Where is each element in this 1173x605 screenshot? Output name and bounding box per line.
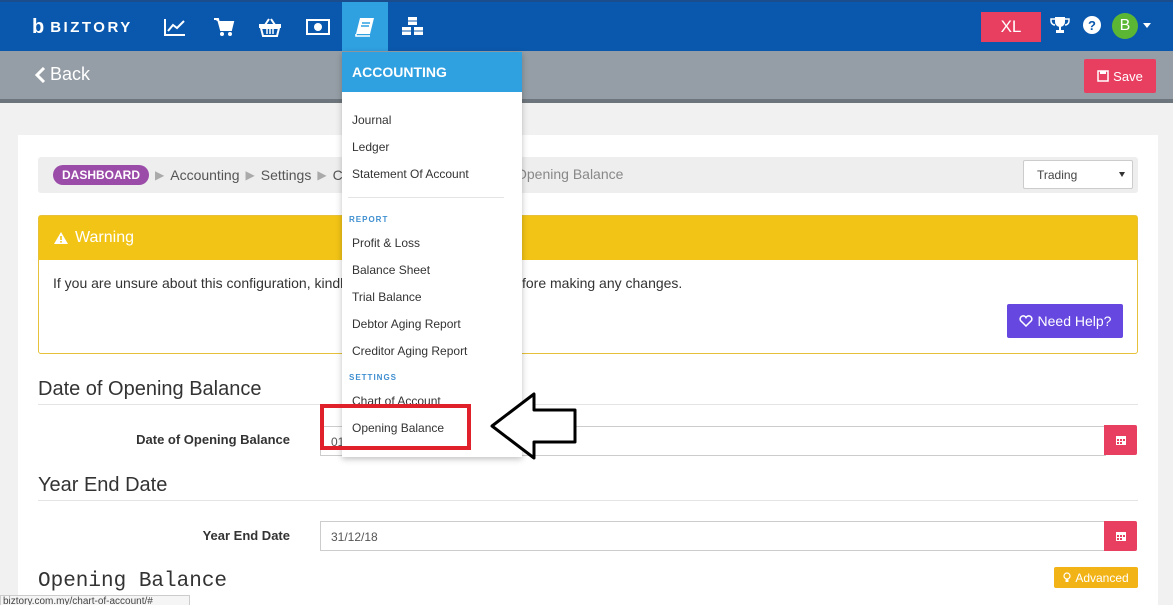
logo-wordmark: BIZTORY [50, 19, 133, 36]
back-button[interactable]: Back [34, 64, 90, 85]
menu-item-profit-loss[interactable]: Profit & Loss [352, 236, 420, 250]
menu-item-trial-balance[interactable]: Trial Balance [352, 290, 422, 304]
money-icon[interactable] [295, 2, 341, 51]
biztory-logo[interactable]: b BIZTORY [32, 16, 133, 39]
xl-button[interactable]: XL [981, 12, 1041, 42]
menu-group-settings: SETTINGS [349, 373, 398, 382]
chevron-left-icon [34, 66, 46, 83]
svg-text:?: ? [1088, 18, 1096, 33]
avatar[interactable]: B [1112, 13, 1138, 39]
advanced-button[interactable]: Advanced [1054, 567, 1138, 588]
business-select[interactable]: Trading [1023, 160, 1133, 189]
year-end-input[interactable]: 31/12/18 [320, 521, 1106, 551]
warning-text-left: If you are unsure about this configurati… [53, 275, 344, 291]
highlight-box [320, 404, 471, 450]
year-end-title: Year End Date [38, 474, 168, 496]
calendar-icon[interactable] [1104, 425, 1137, 455]
date-opening-label: Date of Opening Balance [136, 432, 290, 447]
cart-icon[interactable] [201, 2, 247, 51]
warning-icon [54, 232, 68, 244]
book-icon[interactable] [342, 2, 388, 51]
breadcrumb-current: Opening Balance [516, 166, 624, 182]
warning-header: Warning [39, 216, 1137, 260]
date-opening-title: Date of Opening Balance [38, 378, 262, 400]
menu-item-statement-of-account[interactable]: Statement Of Account [352, 167, 469, 181]
divider [38, 404, 1138, 405]
save-label: Save [1113, 68, 1143, 84]
advanced-label: Advanced [1075, 570, 1129, 585]
warning-box: Warning If you are unsure about this con… [38, 215, 1138, 354]
menu-item-ledger[interactable]: Ledger [352, 140, 389, 154]
floppy-icon [1097, 70, 1109, 82]
dropdown-header: ACCOUNTING [342, 52, 522, 92]
back-label: Back [50, 64, 91, 84]
logo-mark: b [32, 16, 45, 38]
need-help-button[interactable]: Need Help? [1007, 304, 1123, 338]
select-value: Trading [1037, 168, 1078, 182]
menu-item-debtor-aging[interactable]: Debtor Aging Report [352, 317, 461, 331]
divider [348, 197, 504, 198]
save-button[interactable]: Save [1084, 59, 1156, 93]
chevron-right-icon: ▶ [317, 168, 327, 182]
chevron-right-icon: ▶ [155, 168, 165, 182]
lightbulb-icon [1063, 572, 1071, 582]
calendar-icon[interactable] [1104, 521, 1137, 551]
warning-title: Warning [75, 229, 134, 246]
status-url: biztory.com.my/chart-of-account/# [0, 595, 190, 605]
help-icon[interactable]: ? [1082, 15, 1102, 40]
menu-item-journal[interactable]: Journal [352, 113, 391, 127]
menu-group-report: REPORT [349, 215, 389, 224]
sub-toolbar: Back Save [0, 51, 1173, 103]
cubes-icon[interactable] [390, 2, 436, 51]
top-navbar: b BIZTORY XL ? B [0, 0, 1173, 51]
chevron-down-icon[interactable] [1143, 23, 1151, 28]
need-help-label: Need Help? [1037, 313, 1112, 329]
warning-text-right: fore making any changes. [522, 275, 683, 291]
arrow-left-icon [490, 392, 577, 460]
menu-item-creditor-aging[interactable]: Creditor Aging Report [352, 344, 467, 358]
breadcrumb-settings[interactable]: Settings [261, 167, 312, 183]
opening-balance-title: Opening Balance [38, 570, 228, 593]
menu-item-balance-sheet[interactable]: Balance Sheet [352, 263, 430, 277]
chevron-right-icon: ▶ [245, 168, 255, 182]
chart-line-icon[interactable] [152, 2, 198, 51]
divider [38, 500, 1138, 501]
caret-down-icon [1119, 172, 1125, 177]
basket-icon[interactable] [247, 2, 293, 51]
heart-icon [1018, 315, 1033, 327]
breadcrumb-accounting[interactable]: Accounting [170, 167, 239, 183]
year-end-label: Year End Date [202, 528, 290, 543]
trophy-icon[interactable] [1050, 15, 1070, 40]
breadcrumb: DASHBOARD ▶ Accounting ▶ Settings ▶ C Op… [38, 157, 1138, 193]
breadcrumb-dashboard[interactable]: DASHBOARD [53, 165, 149, 185]
